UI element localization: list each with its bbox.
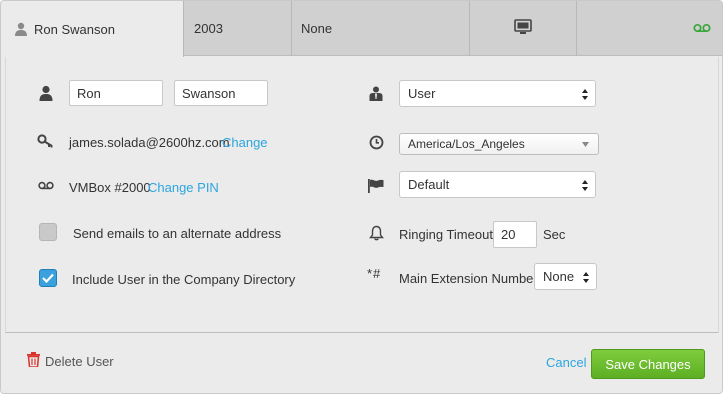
updown-arrows-icon — [582, 89, 588, 100]
delete-user-label: Delete User — [45, 353, 114, 369]
main-extension-select[interactable]: None — [534, 263, 597, 290]
timezone-select-value: America/Los_Angeles — [408, 137, 525, 151]
save-changes-button[interactable]: Save Changes — [591, 349, 705, 379]
tab-device-label: None — [301, 21, 333, 36]
key-icon — [37, 133, 55, 149]
tab-user[interactable]: Ron Swanson — [1, 1, 184, 57]
company-directory-checkbox[interactable] — [39, 269, 57, 287]
user-edit-panel: Ron Swanson 2003 None james — [0, 0, 723, 394]
main-extension-label: Main Extension Number — [399, 271, 538, 286]
change-email-link[interactable]: Change — [222, 135, 268, 150]
monitor-icon — [514, 19, 532, 38]
checkmark-icon — [42, 273, 54, 283]
voicemail-icon — [37, 180, 55, 190]
updown-arrows-icon — [582, 180, 588, 191]
clock-icon — [368, 134, 384, 150]
ringing-timeout-input[interactable] — [493, 221, 537, 248]
timezone-select[interactable]: America/Los_Angeles — [399, 133, 599, 155]
trash-icon — [27, 352, 40, 370]
tab-user-label: Ron Swanson — [34, 21, 115, 37]
tab-screen[interactable] — [470, 1, 577, 56]
music-on-hold-select-value: Default — [408, 177, 450, 192]
alternate-email-checkbox[interactable] — [39, 223, 57, 241]
updown-arrows-icon — [583, 272, 589, 283]
music-on-hold-select[interactable]: Default — [399, 171, 596, 198]
tab-device[interactable]: None — [292, 1, 470, 56]
delete-user-button[interactable]: Delete User — [27, 352, 114, 370]
tab-extension[interactable]: 2003 — [184, 1, 292, 56]
chevron-down-icon — [582, 142, 589, 147]
footer: Delete User Cancel Save Changes — [1, 334, 722, 393]
star-hash-icon: *# — [367, 266, 382, 281]
form-body: james.solada@2600hz.com Change VMBox #20… — [5, 57, 719, 333]
tab-extension-label: 2003 — [194, 21, 223, 36]
first-name-input[interactable] — [69, 80, 163, 106]
ringing-timeout-unit: Sec — [543, 227, 566, 242]
voicemail-icon — [693, 21, 711, 36]
alternate-email-label: Send emails to an alternate address — [73, 226, 282, 241]
change-pin-link[interactable]: Change PIN — [148, 180, 219, 195]
person-icon — [14, 22, 28, 36]
role-select-value: User — [408, 86, 436, 101]
main-extension-select-value: None — [543, 269, 575, 284]
cancel-button[interactable]: Cancel — [546, 355, 586, 370]
flag-icon — [368, 178, 384, 194]
bell-icon — [368, 225, 384, 241]
company-directory-label: Include User in the Company Directory — [72, 272, 296, 287]
vmbox-text: VMBox #2000 — [69, 180, 151, 195]
user-role-icon — [368, 85, 384, 101]
tab-bar: Ron Swanson 2003 None — [1, 1, 722, 57]
person-icon — [38, 84, 54, 102]
last-name-input[interactable] — [174, 80, 268, 106]
tab-voicemail[interactable] — [577, 1, 722, 56]
email-text: james.solada@2600hz.com — [69, 135, 230, 150]
role-select[interactable]: User — [399, 80, 596, 107]
ringing-timeout-label: Ringing Timeout — [399, 227, 493, 242]
